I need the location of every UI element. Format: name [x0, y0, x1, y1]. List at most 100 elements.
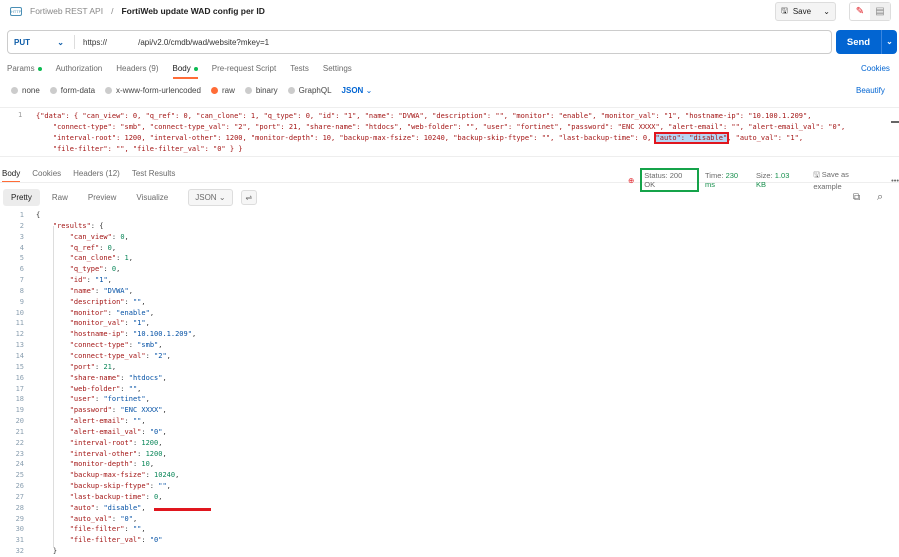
more-options-icon[interactable]: ••• [891, 176, 899, 185]
http-request-icon: HTTP [10, 6, 22, 16]
tab-params[interactable]: Params [7, 64, 42, 79]
view-pretty[interactable]: Pretty [3, 189, 40, 206]
line-number: 6 [19, 265, 24, 274]
line-number: 28 [15, 503, 24, 512]
url-input[interactable]: https:// /api/v2.0/cmdb/wad/website?mkey… [75, 38, 269, 47]
code-content: "q_type": 0, [36, 264, 121, 275]
punctuation: , [124, 232, 129, 241]
beautify-link[interactable]: Beautify [856, 86, 885, 95]
json-key: "port" [69, 362, 96, 371]
punctuation: : [124, 319, 133, 328]
radio-graphql[interactable]: GraphQL [287, 86, 332, 95]
line-number: 14 [15, 351, 24, 360]
json-key: "results" [52, 221, 91, 230]
tab-headers[interactable]: Headers (9) [116, 64, 158, 79]
punctuation: : [124, 330, 133, 339]
json-key: "q_type" [69, 265, 104, 274]
radio-raw[interactable]: raw [210, 86, 235, 95]
json-value: "0" [149, 427, 163, 436]
line-number: 30 [15, 525, 24, 534]
json-key: "monitor" [69, 308, 108, 317]
punctuation: : [120, 373, 129, 382]
scrollbar[interactable] [891, 121, 899, 123]
radio-form-data[interactable]: form-data [49, 86, 95, 95]
chevron-down-icon[interactable]: ⌄ [823, 7, 830, 16]
code-content: "backup-max-fsize": 10240, [36, 470, 180, 481]
code-line: 7 "id": "1", [0, 275, 899, 286]
punctuation: , [191, 330, 197, 339]
json-key: "alert-email_val" [69, 427, 142, 436]
json-value: "1" [132, 319, 146, 328]
radio-none[interactable]: none [11, 86, 40, 95]
code-content: "name": "DVWA", [36, 286, 133, 297]
json-key: "can_clone" [69, 254, 117, 263]
view-raw[interactable]: Raw [44, 189, 76, 206]
json-value: "htdocs" [128, 373, 163, 382]
json-key: "web-folder" [69, 384, 121, 393]
request-title[interactable]: FortiWeb update WAD config per ID [121, 6, 264, 16]
method-select[interactable]: PUT ⌄ [8, 35, 75, 49]
code-content: "alert-email_val": "0", [36, 427, 167, 438]
network-globe-icon[interactable]: ⊕ [628, 176, 634, 185]
line-number: 4 [19, 243, 24, 252]
punctuation: , [141, 503, 146, 512]
punctuation: : [141, 427, 150, 436]
request-body-editor[interactable]: 1 {"data": { "can_view": 0, "q_ref": 0, … [0, 107, 899, 157]
code-line: 18 "user": "fortinet", [0, 394, 899, 405]
response-format-select[interactable]: JSON ⌄ [188, 189, 233, 206]
line-number: 8 [19, 286, 24, 295]
body-format-select[interactable]: JSON ⌄ [342, 86, 373, 95]
edit-icon[interactable]: ✎ [850, 3, 870, 20]
tab-authorization[interactable]: Authorization [56, 64, 103, 79]
status-badge[interactable]: Status: 200 OK [640, 168, 699, 192]
line-number: 9 [19, 297, 24, 306]
tab-response-headers[interactable]: Headers (12) [73, 169, 120, 183]
code-content: "backup-skip-ftype": "", [36, 481, 171, 492]
cookies-link[interactable]: Cookies [861, 64, 890, 73]
code-line: 3 "can_view": 0, [0, 232, 899, 243]
tab-settings[interactable]: Settings [323, 64, 352, 79]
save-button[interactable]: 🖫 Save ⌄ [775, 2, 836, 21]
json-value: "enable" [116, 308, 150, 317]
punctuation: , [158, 492, 163, 501]
json-value: "" [128, 384, 138, 393]
send-options-chevron-icon[interactable]: ⌄ [881, 30, 897, 54]
save-icon: 🖫 [813, 170, 820, 179]
comments-icon[interactable]: ▤ [870, 3, 890, 20]
tab-pre-request-script[interactable]: Pre-request Script [212, 64, 276, 79]
tab-test-results[interactable]: Test Results [132, 169, 176, 183]
json-key: "share-name" [69, 373, 121, 382]
response-body[interactable]: 1{2 "results": {3 "can_view": 0, 4 "q_ref… [0, 210, 899, 557]
code-content: "id": "1", [36, 275, 112, 286]
wrap-lines-icon[interactable]: ⇌ [240, 190, 258, 205]
json-key: "monitor-depth" [69, 460, 133, 469]
code-content: "share-name": "htdocs", [36, 373, 167, 384]
punctuation: , [162, 406, 167, 415]
punctuation: , [166, 482, 171, 491]
radio-binary[interactable]: binary [244, 86, 278, 95]
breadcrumb-collection[interactable]: Fortiweb REST API [30, 6, 103, 16]
search-icon[interactable]: ⌕ [877, 191, 883, 204]
code-line: 19 "password": "ENC XXXX", [0, 405, 899, 416]
view-visualize[interactable]: Visualize [128, 189, 176, 206]
code-content: "web-folder": "", [36, 384, 142, 395]
response-size[interactable]: Size: 1.03 KB [756, 171, 801, 189]
line-number: 18 [15, 395, 24, 404]
radio-x-www-form-urlencoded[interactable]: x-www-form-urlencoded [105, 86, 201, 95]
response-time[interactable]: Time: 230 ms [705, 171, 750, 189]
tab-response-cookies[interactable]: Cookies [32, 169, 61, 183]
code-line: 32 } [0, 546, 899, 557]
tab-body[interactable]: Body [172, 64, 198, 79]
view-preview[interactable]: Preview [80, 189, 124, 206]
json-value: "1" [95, 276, 108, 285]
copy-icon[interactable]: ⧉ [853, 192, 860, 203]
tab-response-body[interactable]: Body [2, 169, 21, 183]
json-value: "0" [120, 514, 133, 523]
tab-tests[interactable]: Tests [290, 64, 309, 79]
line-number: 24 [15, 460, 24, 469]
save-as-example-button[interactable]: 🖫 Save as example [813, 169, 879, 191]
line-number: 5 [19, 254, 24, 263]
breadcrumb: HTTP Fortiweb REST API / FortiWeb update… [10, 6, 265, 16]
send-button[interactable]: Send ⌄ [836, 30, 897, 54]
red-underline-annotation [154, 508, 211, 511]
